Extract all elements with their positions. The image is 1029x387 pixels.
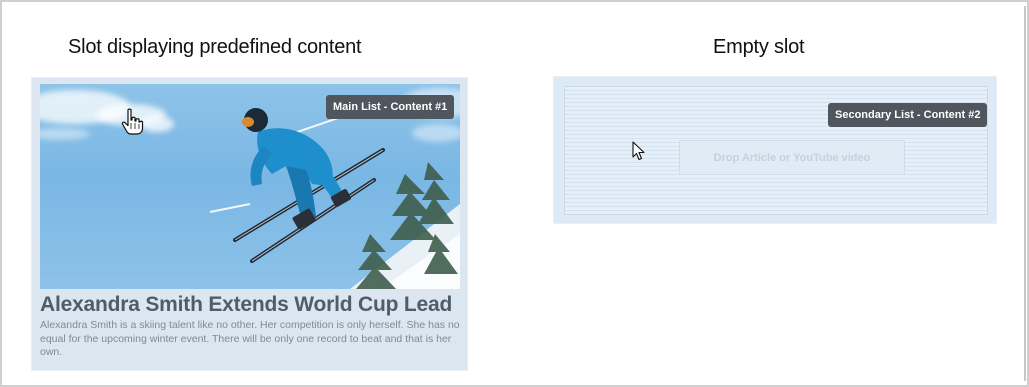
content-slot-main[interactable]: Main List - Content #1 Alexandra Smith E… — [32, 78, 467, 370]
hand-pointer-icon — [121, 108, 144, 135]
empty-slot-area[interactable]: Secondary List - Content #2 Drop Article… — [564, 86, 988, 215]
arrow-cursor-icon — [632, 141, 645, 161]
article-title[interactable]: Alexandra Smith Extends World Cup Lead — [40, 293, 452, 317]
caption-empty-slot: Empty slot — [713, 36, 805, 58]
article-summary: Alexandra Smith is a skiing talent like … — [40, 319, 460, 358]
main-list-badge: Main List - Content #1 — [326, 95, 455, 119]
caption-predefined-slot: Slot displaying predefined content — [68, 36, 362, 58]
article-image[interactable]: Main List - Content #1 — [40, 84, 460, 289]
secondary-list-badge: Secondary List - Content #2 — [828, 103, 988, 127]
drop-zone[interactable]: Drop Article or YouTube video — [679, 140, 905, 175]
content-slot-empty[interactable]: Secondary List - Content #2 Drop Article… — [554, 77, 996, 223]
figure-frame: Slot displaying predefined content Empty… — [0, 0, 1029, 387]
